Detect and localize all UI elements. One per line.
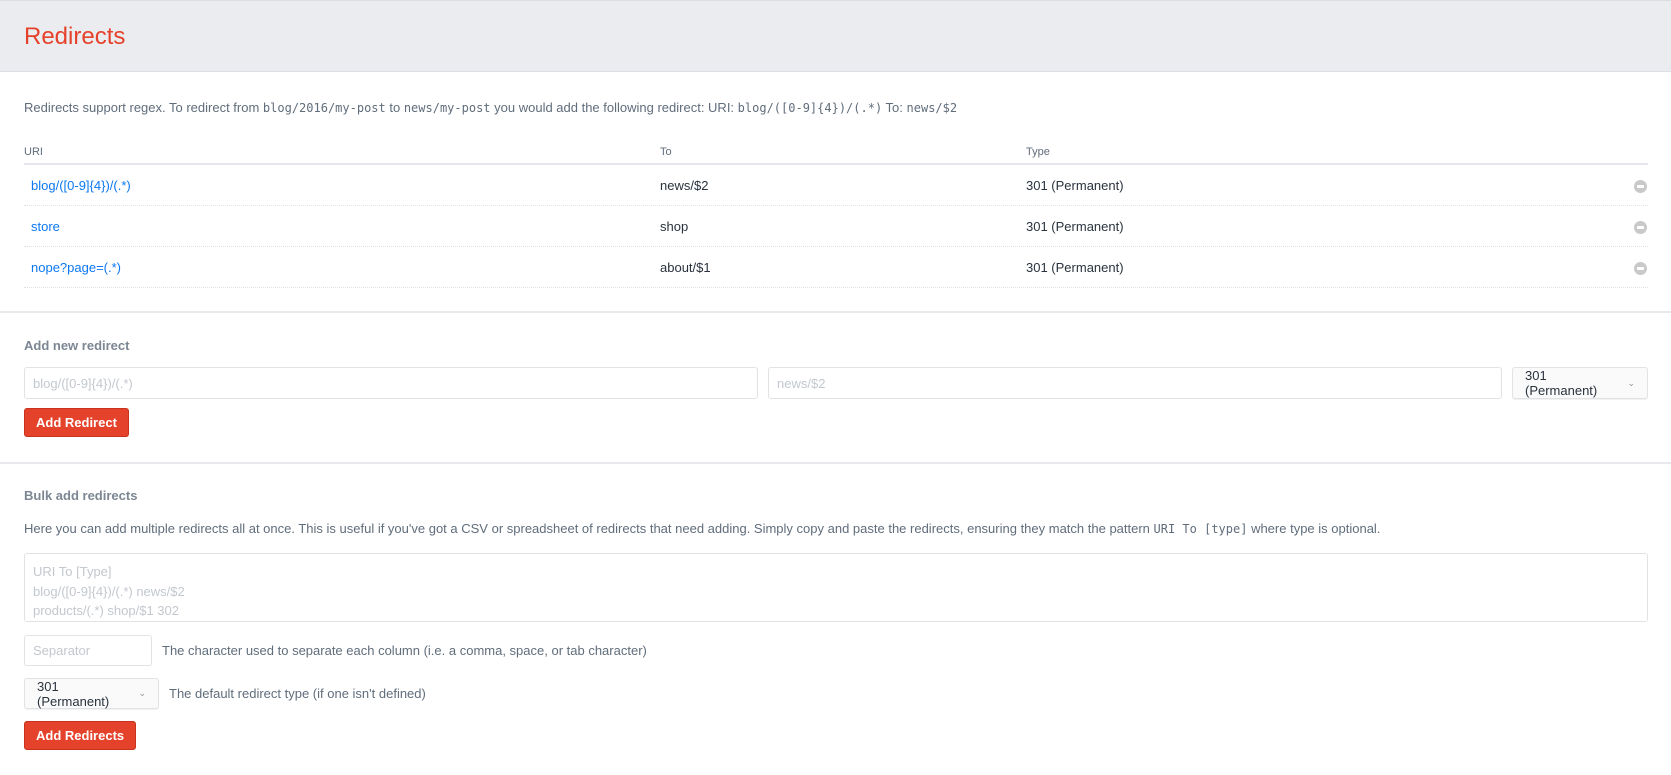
bulk-desc-text: where type is optional. <box>1247 521 1381 536</box>
bulk-desc-text: Here you can add multiple redirects all … <box>24 521 1154 536</box>
chevron-down-icon: ⌄ <box>138 688 146 698</box>
redirect-uri-link[interactable]: nope?page=(.*) <box>31 260 121 275</box>
redirects-table: URI To Type blog/([0-9]{4})/(.*) news/$2… <box>24 146 1648 288</box>
intro-text: you would add the following redirect: UR… <box>490 100 738 115</box>
redirect-to: shop <box>660 219 689 234</box>
redirect-type: 301 (Permanent) <box>1026 260 1124 275</box>
selected-type: 301 (Permanent) <box>1525 368 1598 398</box>
column-header-type: Type <box>1026 146 1050 158</box>
column-header-to: To <box>660 146 672 158</box>
redirect-to: news/$2 <box>660 178 709 193</box>
new-to-input[interactable] <box>768 367 1502 399</box>
section-divider <box>0 311 1671 313</box>
add-redirects-button[interactable]: Add Redirects <box>24 721 137 750</box>
example-to-code: news/my-post <box>403 101 491 115</box>
redirect-uri-link[interactable]: blog/([0-9]{4})/(.*) <box>31 178 131 193</box>
table-row: nope?page=(.*) about/$1 301 (Permanent) <box>24 247 1648 288</box>
chevron-down-icon: ⌄ <box>1627 377 1635 388</box>
redirect-to: about/$1 <box>660 260 711 275</box>
page-title: Redirects <box>24 23 126 50</box>
redirect-type: 301 (Permanent) <box>1026 219 1124 234</box>
regex-help-text: Redirects support regex. To redirect fro… <box>24 100 957 115</box>
section-divider <box>0 462 1671 464</box>
separator-help: The character used to separate each colu… <box>162 643 647 658</box>
pattern-code: URI To [type] <box>1153 522 1248 536</box>
intro-text: To: <box>882 100 907 115</box>
column-header-uri: URI <box>24 146 43 158</box>
redirect-uri-link[interactable]: store <box>31 219 60 234</box>
table-row: store shop 301 (Permanent) <box>24 206 1648 247</box>
selected-type: 301 (Permanent) <box>37 678 110 709</box>
bulk-redirects-textarea[interactable] <box>24 553 1648 622</box>
new-uri-input[interactable] <box>24 367 758 399</box>
intro-text: to <box>385 100 404 115</box>
add-redirect-button[interactable]: Add Redirect <box>24 408 129 437</box>
minus-circle-icon[interactable] <box>1634 180 1647 193</box>
bulk-description: Here you can add multiple redirects all … <box>24 521 1380 536</box>
table-row: blog/([0-9]{4})/(.*) news/$2 301 (Perman… <box>24 165 1648 206</box>
redirect-type: 301 (Permanent) <box>1026 178 1124 193</box>
minus-circle-icon[interactable] <box>1634 221 1647 234</box>
example-from-code: blog/2016/my-post <box>262 101 386 115</box>
bulk-add-title: Bulk add redirects <box>24 488 138 503</box>
separator-input[interactable] <box>24 635 152 666</box>
add-new-redirect-title: Add new redirect <box>24 338 130 353</box>
intro-text: Redirects support regex. To redirect fro… <box>24 100 263 115</box>
page-header: Redirects <box>0 0 1671 72</box>
default-type-select[interactable]: 301 (Permanent) ⌄ <box>24 678 159 709</box>
minus-circle-icon[interactable] <box>1634 262 1647 275</box>
example-uri-code: blog/([0-9]{4})/(.*) <box>737 101 883 115</box>
new-type-select[interactable]: 301 (Permanent) ⌄ <box>1512 367 1648 399</box>
default-type-help: The default redirect type (if one isn't … <box>169 686 426 701</box>
example-dest-code: news/$2 <box>906 101 958 115</box>
table-header: URI To Type <box>24 146 1648 165</box>
